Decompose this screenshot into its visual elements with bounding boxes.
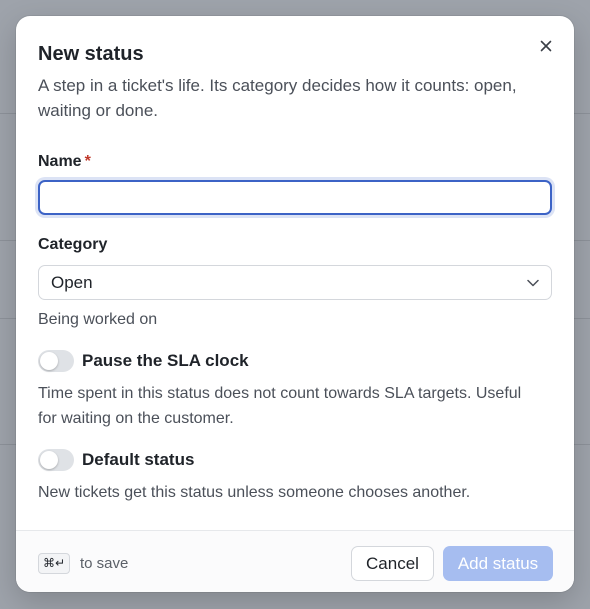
name-label-text: Name [38,153,82,170]
close-icon [540,40,552,52]
default-status-help-text: New tickets get this status unless someo… [38,484,471,501]
default-status-toggle[interactable] [38,449,74,471]
keyboard-shortcut-badge: ⌘↵ [38,553,71,574]
category-help-text: Being worked on [38,311,158,328]
category-select-value: Open [51,272,93,292]
cancel-button[interactable]: Cancel [351,546,434,581]
add-status-button[interactable]: Add status [443,546,553,581]
toggle-knob [40,451,58,469]
dialog-footer: ⌘↵ to save Cancel Add status [16,530,574,592]
pause-sla-toggle-row[interactable]: Pause the SLA clock [38,350,249,372]
name-label: Name * [38,153,91,171]
default-status-toggle-row[interactable]: Default status [38,449,194,471]
pause-sla-toggle[interactable] [38,350,74,372]
pause-sla-help-text: Time spent in this status does not count… [38,385,522,427]
toggle-knob [40,352,58,370]
category-select[interactable]: Open [38,265,552,300]
dialog-title: New status [38,43,144,65]
required-marker: * [84,153,91,170]
close-button[interactable] [536,36,556,56]
chevron-down-icon [527,279,539,286]
dialog-subtitle: A step in a ticket's life. Its category … [38,76,517,120]
new-status-dialog: New status A step in a ticket's life. It… [16,16,574,592]
category-label: Category [38,236,108,253]
default-status-label: Default status [82,450,195,469]
save-hint-text: to save [80,555,129,572]
name-input[interactable] [38,180,552,215]
pause-sla-label: Pause the SLA clock [82,351,249,370]
